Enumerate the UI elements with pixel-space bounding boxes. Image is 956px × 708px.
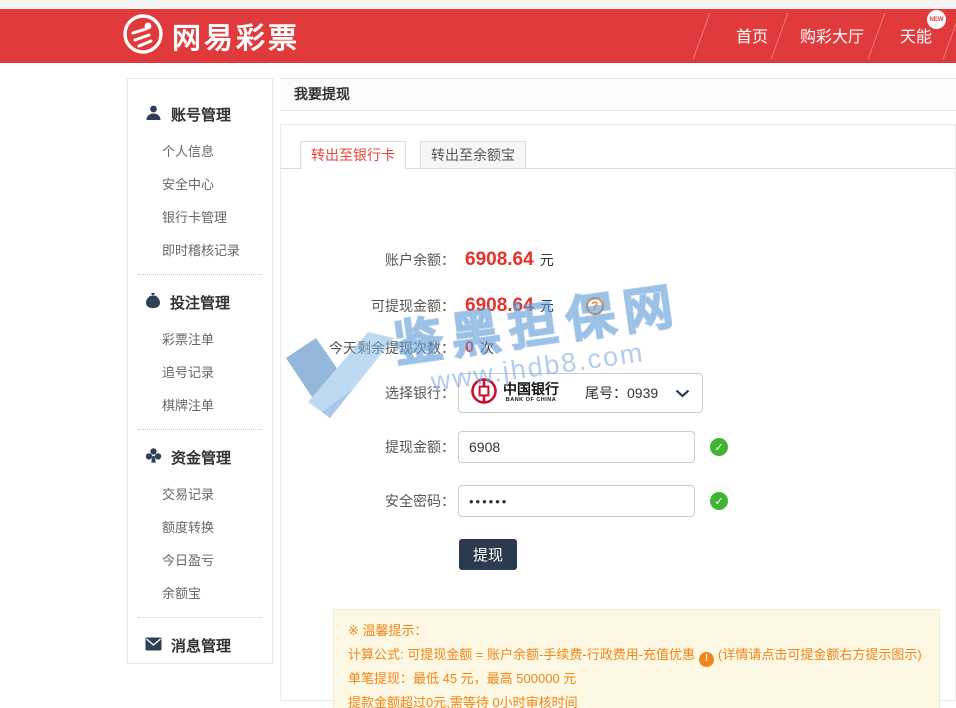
sidebar-section-title: 账号管理 xyxy=(171,104,231,125)
new-badge: NEW xyxy=(927,10,946,29)
sidebar-section-betting: 投注管理 xyxy=(128,283,272,322)
tab-row: 转出至银行卡 转出至余额宝 xyxy=(281,141,955,169)
alert-icon: ! xyxy=(699,652,714,667)
page: 网易彩票 首页 购彩大厅 天能 NEW 账号管理 个人信息 安全中心 银行卡管理… xyxy=(0,0,956,708)
sidebar-item-lottery-orders[interactable]: 彩票注单 xyxy=(128,322,272,355)
remaining-value: 0 xyxy=(465,335,474,361)
withdraw-submit-button[interactable]: 提现 xyxy=(459,539,517,570)
logo-text: 网易彩票 xyxy=(172,15,300,57)
page-title: 我要提现 xyxy=(280,78,956,111)
sidebar-item-board-orders[interactable]: 棋牌注单 xyxy=(128,388,272,421)
amount-input[interactable] xyxy=(458,431,695,463)
remaining-label: 今天剩余提现次数： xyxy=(281,335,455,361)
balance-row: 6908.64 元 xyxy=(465,247,554,273)
sidebar-item-security-center[interactable]: 安全中心 xyxy=(128,167,272,200)
sidebar-section-title: 投注管理 xyxy=(170,292,230,313)
sidebar-section-title: 消息管理 xyxy=(171,635,231,656)
nav-separator xyxy=(693,13,711,59)
sidebar-section-messages: 消息管理 xyxy=(128,626,272,664)
top-strip xyxy=(0,0,956,9)
notice-formula-line: 计算公式: 可提现金额 = 账户余额-手续费-行政费用-充值优惠! (详情请点击可… xyxy=(348,643,925,667)
bank-identity: 中国银行 BANK OF CHINA xyxy=(471,378,559,409)
remaining-unit: 次 xyxy=(480,335,494,361)
sidebar-item-transactions[interactable]: 交易记录 xyxy=(128,477,272,510)
mail-icon xyxy=(145,637,162,655)
sidebar-section-funds: 资金管理 xyxy=(128,438,272,477)
bank-of-china-logo-icon xyxy=(471,378,497,409)
bank-name-cn: 中国银行 xyxy=(503,384,559,397)
withdrawable-label: 可提现金额： xyxy=(281,293,455,319)
help-icon[interactable]: ? xyxy=(586,297,604,315)
tab-to-bank-card[interactable]: 转出至银行卡 xyxy=(300,141,406,170)
sidebar-divider xyxy=(138,617,262,618)
sidebar-section-title: 资金管理 xyxy=(171,447,231,468)
notice-formula-hint: (详情请点击可提金额右方提示图示) xyxy=(718,647,922,662)
password-label: 安全密码： xyxy=(281,485,455,517)
notice-formula-text: 计算公式: 可提现金额 = 账户余额-手续费-行政费用-充值优惠 xyxy=(348,647,695,662)
sidebar: 账号管理 个人信息 安全中心 银行卡管理 即时稽核记录 投注管理 彩票注单 追号… xyxy=(127,78,273,664)
balance-unit: 元 xyxy=(540,247,554,273)
sidebar-item-bank-card[interactable]: 银行卡管理 xyxy=(128,200,272,233)
balance-label: 账户余额： xyxy=(281,247,455,273)
withdrawable-value: 6908.64 xyxy=(465,293,534,319)
amount-valid-check-icon: ✓ xyxy=(710,438,728,456)
sidebar-item-chase-records[interactable]: 追号记录 xyxy=(128,355,272,388)
sidebar-item-personal-info[interactable]: 个人信息 xyxy=(128,134,272,167)
chevron-down-icon xyxy=(675,389,690,398)
withdrawable-unit: 元 xyxy=(540,293,554,319)
notice-review-line: 提款金额超过0元,需等待 0小时审核时间 xyxy=(348,691,925,708)
sidebar-divider xyxy=(138,429,262,430)
netease-lottery-logo-icon xyxy=(122,13,164,60)
password-valid-check-icon: ✓ xyxy=(710,492,728,510)
sidebar-item-today-pnl[interactable]: 今日盈亏 xyxy=(128,543,272,576)
notice-title: ※ 温馨提示： xyxy=(348,619,925,643)
sidebar-item-yuebao[interactable]: 余额宝 xyxy=(128,576,272,609)
amount-label: 提现金额： xyxy=(281,431,455,463)
bank-label: 选择银行： xyxy=(281,373,455,413)
bank-tail-number: 尾号：0939 xyxy=(585,383,658,403)
nav-item-lottery-hall[interactable]: 购彩大厅 xyxy=(790,9,874,63)
remaining-row: 0 次 xyxy=(465,335,494,361)
site-logo[interactable]: 网易彩票 xyxy=(122,9,300,63)
sidebar-section-account: 账号管理 xyxy=(128,95,272,134)
notice-box: ※ 温馨提示： 计算公式: 可提现金额 = 账户余额-手续费-行政费用-充值优惠… xyxy=(333,609,940,708)
sidebar-item-quota-transfer[interactable]: 额度转换 xyxy=(128,510,272,543)
password-input[interactable] xyxy=(458,485,695,517)
user-icon xyxy=(145,104,162,125)
notice-limit-line: 单笔提现：最低 45 元，最高 500000 元 xyxy=(348,667,925,691)
funds-icon xyxy=(145,447,162,468)
bank-name-en: BANK OF CHINA xyxy=(506,397,557,403)
withdrawable-row: 6908.64 元 ? xyxy=(465,293,604,319)
balance-value: 6908.64 xyxy=(465,247,534,273)
withdraw-panel: 转出至银行卡 转出至余额宝 账户余额： 6908.64 元 可提现金额： 690… xyxy=(280,124,956,701)
moneybag-icon xyxy=(145,292,161,313)
bank-select[interactable]: 中国银行 BANK OF CHINA 尾号：0939 xyxy=(458,373,703,413)
sidebar-item-audit-records[interactable]: 即时稽核记录 xyxy=(128,233,272,266)
sidebar-divider xyxy=(138,274,262,275)
site-header: 网易彩票 首页 购彩大厅 天能 NEW xyxy=(0,9,956,63)
tab-to-yuebao[interactable]: 转出至余额宝 xyxy=(420,141,526,169)
